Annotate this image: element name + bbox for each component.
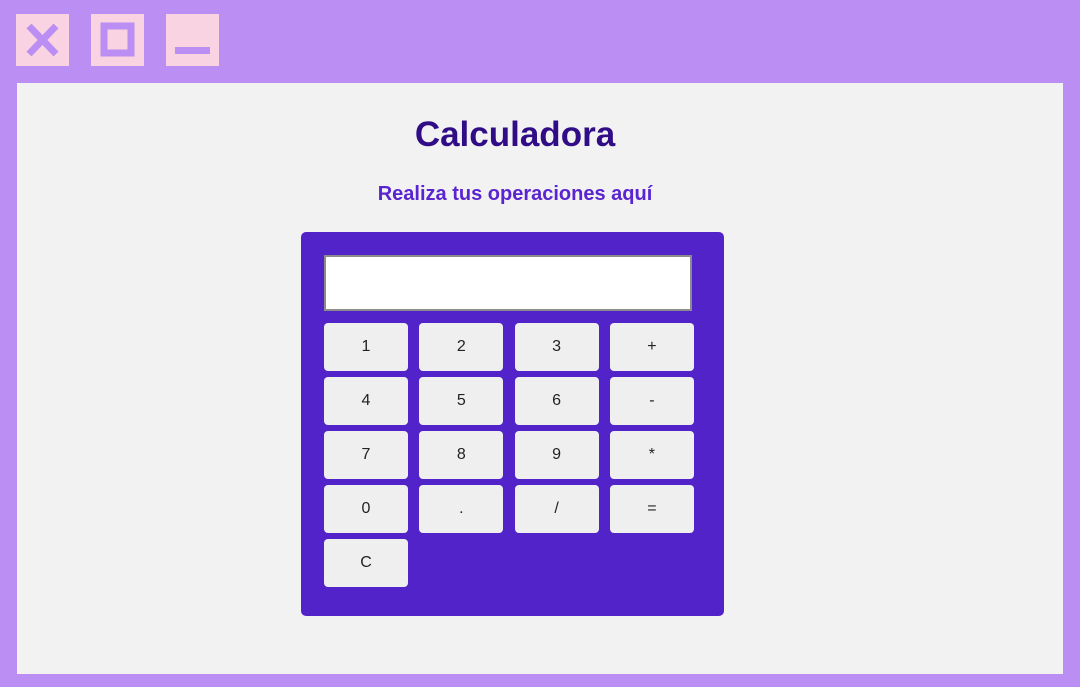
main-content: Calculadora Realiza tus operaciones aquí…	[17, 83, 1063, 674]
page-subtitle: Realiza tus operaciones aquí	[377, 183, 653, 205]
key-plus[interactable]: +	[609, 323, 694, 371]
key-3[interactable]: 3	[514, 323, 599, 371]
window-titlebar	[0, 0, 1080, 83]
key-2[interactable]: 2	[419, 323, 504, 371]
key-0[interactable]: 0	[324, 485, 408, 533]
calculator-keypad: 1 2 3 + 4 5 6 - 7 8 9 * 0 . / = C	[324, 323, 694, 587]
key-7[interactable]: 7	[324, 431, 408, 479]
key-minus[interactable]: -	[609, 377, 694, 425]
key-1[interactable]: 1	[324, 323, 408, 371]
minimize-icon	[175, 47, 210, 54]
key-4[interactable]: 4	[324, 377, 408, 425]
maximize-button[interactable]	[91, 14, 144, 66]
key-9[interactable]: 9	[514, 431, 599, 479]
page-title: Calculadora	[414, 115, 616, 154]
calculator-display[interactable]	[324, 255, 692, 311]
key-multiply[interactable]: *	[609, 431, 694, 479]
key-clear[interactable]: C	[324, 539, 408, 587]
minimize-button[interactable]	[166, 14, 219, 66]
key-8[interactable]: 8	[419, 431, 504, 479]
key-divide[interactable]: /	[514, 485, 599, 533]
key-decimal[interactable]: .	[419, 485, 504, 533]
key-6[interactable]: 6	[514, 377, 599, 425]
key-equals[interactable]: =	[609, 485, 694, 533]
close-button[interactable]	[16, 14, 69, 66]
close-icon	[26, 23, 59, 57]
key-5[interactable]: 5	[419, 377, 504, 425]
calculator-panel: 1 2 3 + 4 5 6 - 7 8 9 * 0 . / = C	[301, 232, 724, 616]
maximize-icon	[100, 22, 135, 57]
